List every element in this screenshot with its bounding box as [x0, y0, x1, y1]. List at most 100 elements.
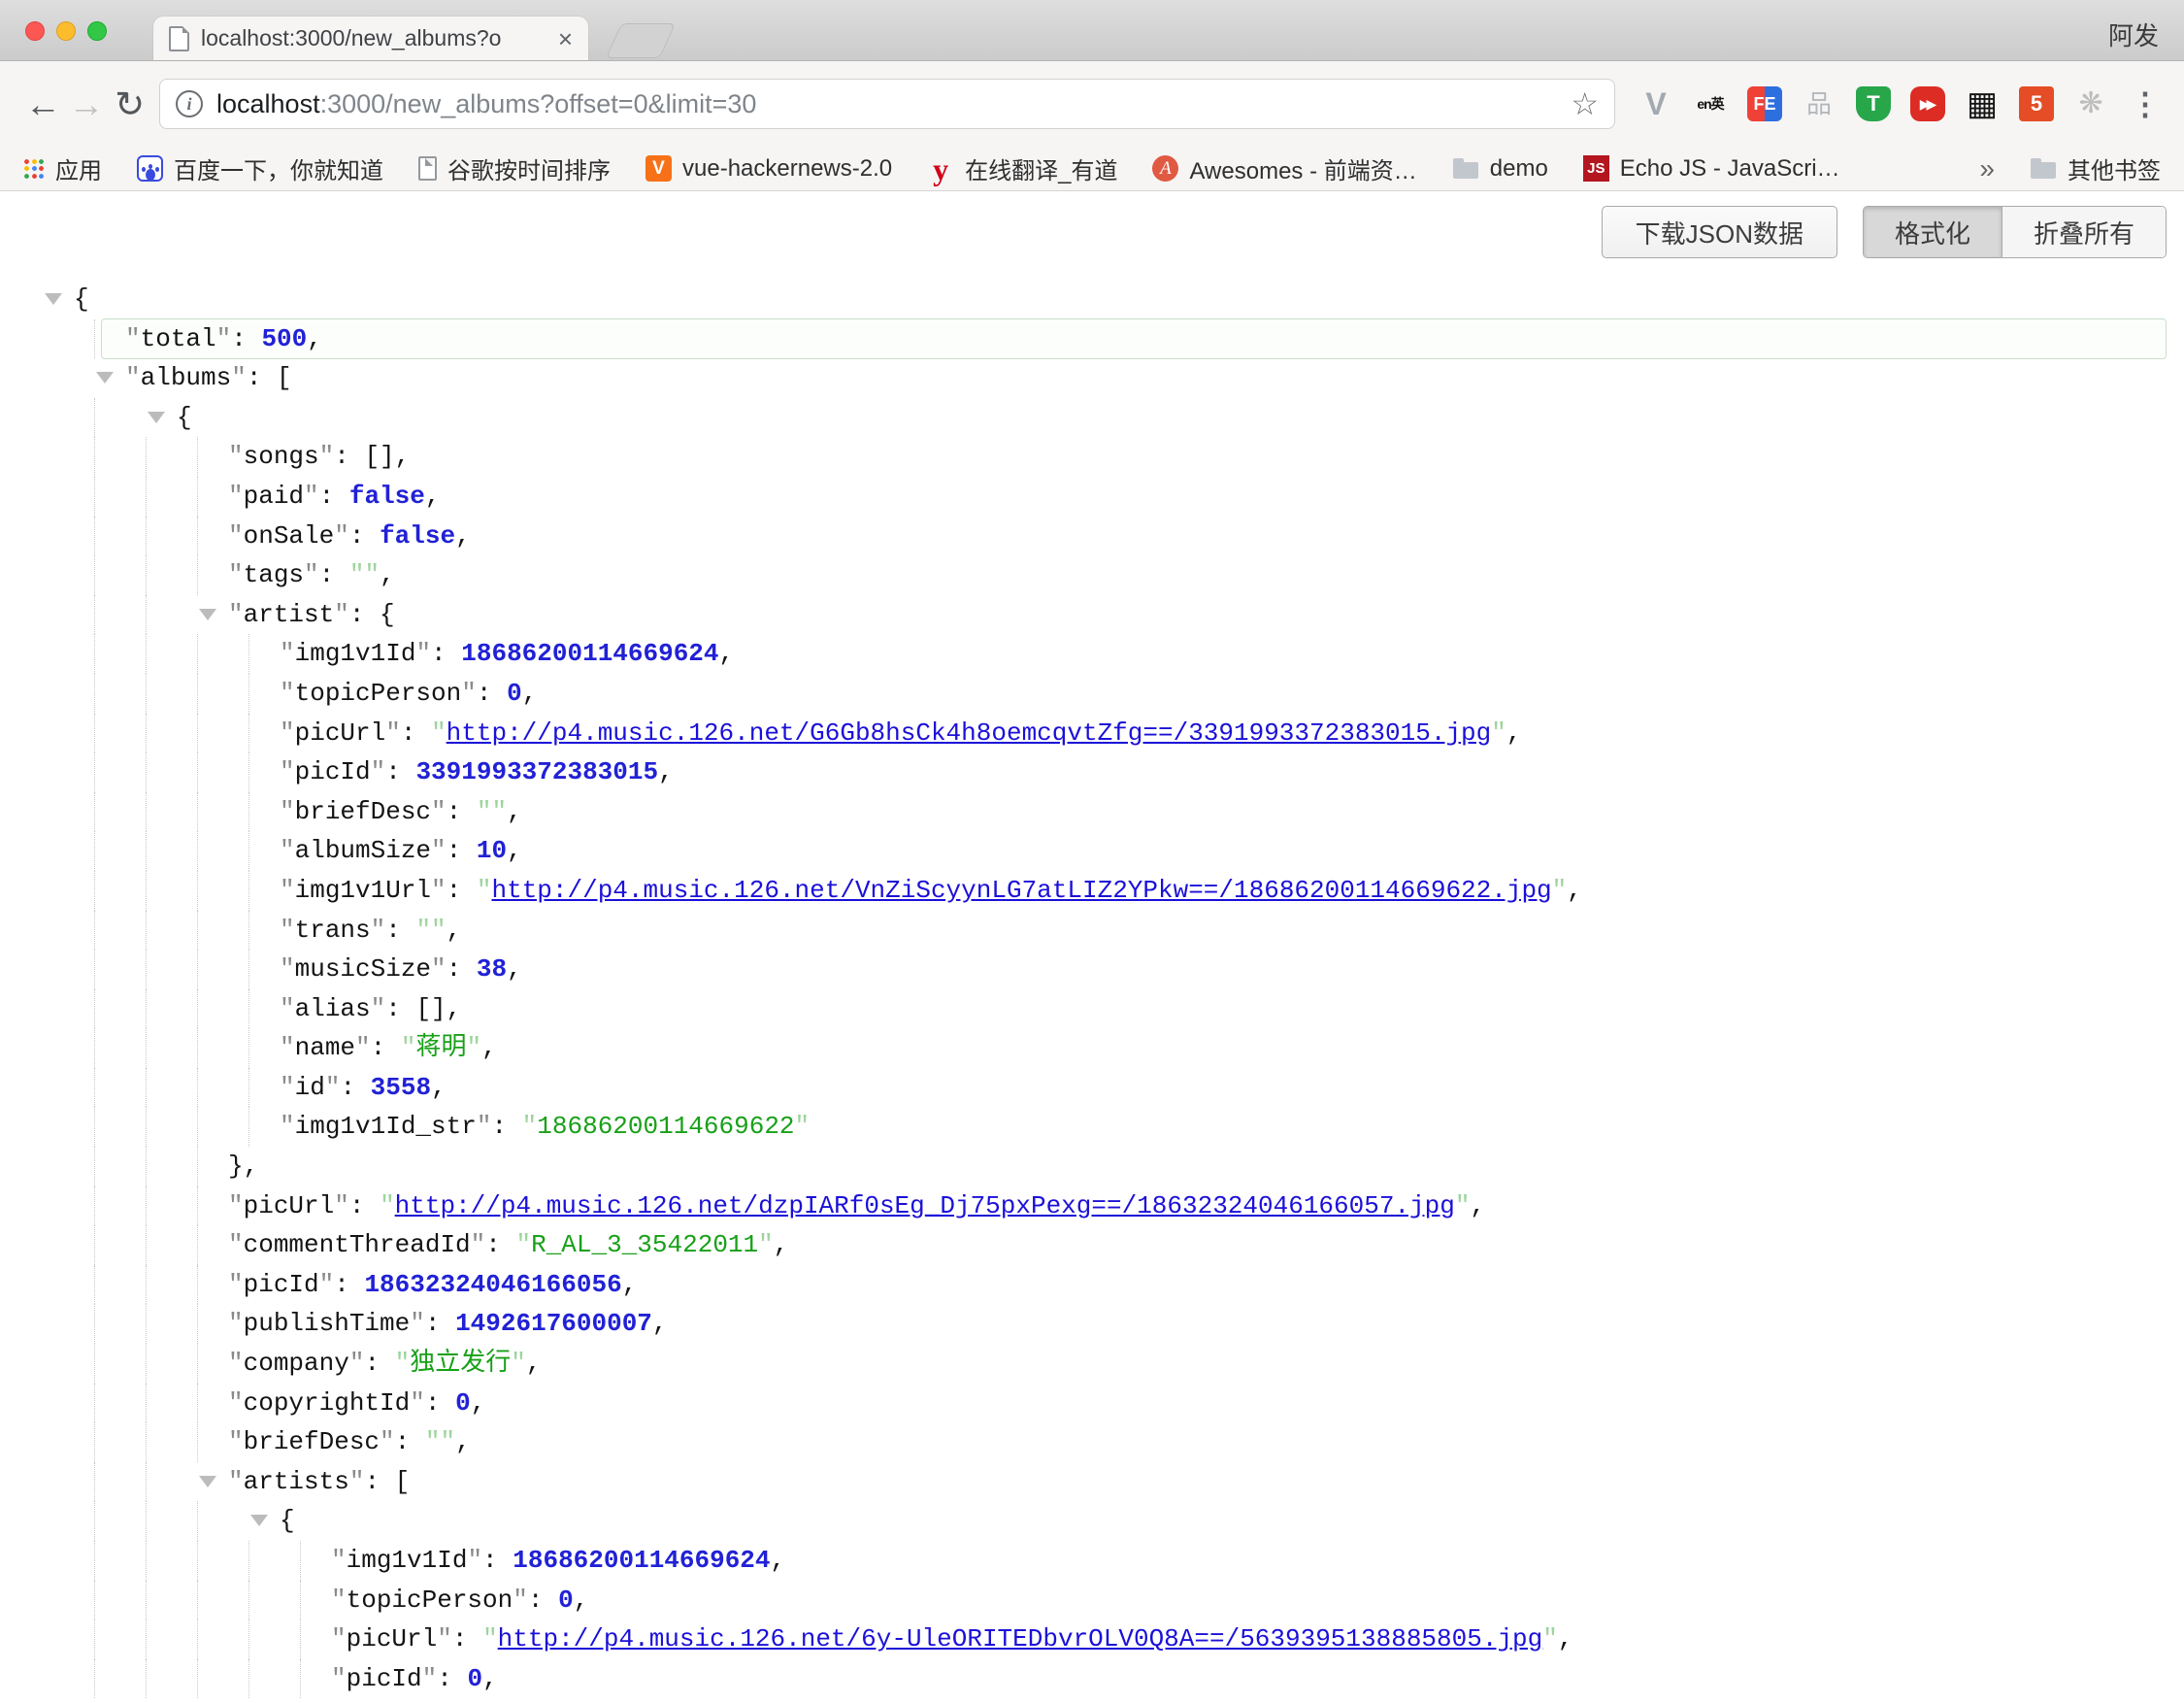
- collapse-all-button[interactable]: 折叠所有: [2002, 207, 2166, 257]
- collapse-arrow-icon[interactable]: [96, 372, 114, 384]
- bookmarks-overflow-chevron[interactable]: »: [1979, 153, 1995, 184]
- json-token: ,: [431, 1073, 447, 1102]
- indent-guide: [248, 1620, 249, 1659]
- json-token: ": [319, 442, 335, 471]
- bookmark-favicon-icon: JS: [1583, 155, 1609, 182]
- collapse-arrow-icon[interactable]: [199, 609, 216, 620]
- json-token: ,: [771, 1546, 786, 1575]
- tab-close-icon[interactable]: ×: [558, 26, 573, 51]
- profile-name[interactable]: 阿发: [2108, 17, 2159, 52]
- indent-guide: [248, 1068, 249, 1108]
- site-info-icon[interactable]: i: [176, 90, 203, 117]
- indent-guide: [94, 555, 95, 595]
- extension-icon[interactable]: FE: [1747, 86, 1782, 121]
- back-button[interactable]: ←: [21, 86, 65, 122]
- indent-guide: [94, 1107, 95, 1147]
- json-token: ": [331, 1624, 347, 1653]
- indent-guide: [146, 1462, 147, 1502]
- json-line: "img1v1Id": 18686200114669624,: [0, 1541, 2184, 1581]
- indent-guide: [94, 437, 95, 477]
- url-rest: :3000/new_albums?offset=0&limit=30: [320, 89, 757, 118]
- collapse-arrow-icon[interactable]: [45, 293, 62, 305]
- bookmark-item[interactable]: y 在线翻译_有道: [927, 151, 1117, 185]
- bookmark-favicon-icon: [418, 156, 437, 181]
- indent-guide: [146, 1225, 147, 1265]
- json-token: albums: [141, 363, 232, 392]
- bookmark-item[interactable]: 百度一下，你就知道: [137, 151, 383, 185]
- json-token: ": [1542, 1624, 1558, 1653]
- json-token: picUrl: [295, 718, 386, 748]
- extension-icon[interactable]: ▶▶: [1910, 86, 1945, 121]
- json-token: :: [371, 1033, 401, 1062]
- indent-guide: [94, 752, 95, 792]
- bookmark-item[interactable]: 谷歌按时间排序: [418, 151, 611, 185]
- extension-icon[interactable]: T: [1856, 86, 1891, 121]
- extension-icon[interactable]: ▦: [1965, 86, 2000, 121]
- json-token: 18686200114669624: [461, 639, 718, 668]
- indent-guide: [94, 1225, 95, 1265]
- json-token: :: [431, 639, 461, 668]
- indent-guide: [197, 1068, 198, 1108]
- bookmark-item[interactable]: V vue-hackernews-2.0: [645, 155, 892, 183]
- json-token: ": [304, 482, 319, 511]
- indent-guide: [94, 1344, 95, 1384]
- json-token: ": [228, 560, 244, 589]
- indent-guide: [146, 831, 147, 871]
- collapse-arrow-icon[interactable]: [250, 1515, 268, 1526]
- json-token: ": [331, 1546, 347, 1575]
- json-token: id: [295, 1073, 325, 1102]
- extension-icon[interactable]: ❋: [2073, 86, 2108, 121]
- json-token: artists: [244, 1467, 349, 1496]
- json-line: "picUrl": "http://p4.music.126.net/dzpIA…: [0, 1186, 2184, 1226]
- format-button[interactable]: 格式化: [1864, 207, 2002, 257]
- indent-guide: [248, 950, 249, 989]
- json-link[interactable]: http://p4.music.126.net/VnZiScyynLG7atLI…: [491, 876, 1551, 905]
- json-token: ": [1455, 1191, 1471, 1220]
- bookmark-item[interactable]: demo: [1452, 155, 1548, 183]
- indent-guide: [197, 871, 198, 911]
- download-json-button[interactable]: 下载JSON数据: [1602, 206, 1837, 258]
- json-link[interactable]: http://p4.music.126.net/G6Gb8hsCk4h8oemc…: [447, 718, 1492, 748]
- url-text[interactable]: localhost:3000/new_albums?offset=0&limit…: [216, 89, 1559, 119]
- json-token: 18686200114669622: [537, 1112, 794, 1141]
- json-token: topicPerson: [295, 679, 462, 708]
- extension-icon[interactable]: 品: [1802, 86, 1837, 121]
- indent-guide: [94, 1620, 95, 1659]
- extension-icon[interactable]: V: [1638, 86, 1673, 121]
- browser-tab[interactable]: localhost:3000/new_albums?o ×: [153, 17, 588, 60]
- indent-guide: [94, 1384, 95, 1423]
- zoom-window-button[interactable]: [87, 21, 107, 41]
- json-token: 38: [477, 954, 507, 984]
- json-token: ": [280, 1112, 295, 1141]
- forward-button[interactable]: →: [65, 86, 109, 122]
- json-token: company: [244, 1349, 349, 1378]
- extension-icon[interactable]: ⋮: [2128, 86, 2163, 121]
- address-bar[interactable]: i localhost:3000/new_albums?offset=0&lim…: [159, 79, 1615, 129]
- bookmark-item[interactable]: 应用: [23, 151, 102, 185]
- bookmark-item[interactable]: A Awesomes - 前端资…: [1152, 151, 1416, 185]
- json-token: briefDesc: [244, 1427, 380, 1456]
- minimize-window-button[interactable]: [56, 21, 76, 41]
- json-token: picUrl: [244, 1191, 335, 1220]
- reload-button[interactable]: ↻: [108, 86, 151, 122]
- json-token: 18632324046166056: [364, 1270, 621, 1299]
- json-link[interactable]: http://p4.music.126.net/dzpIARf0sEg_Dj75…: [395, 1191, 1455, 1220]
- collapse-arrow-icon[interactable]: [148, 412, 165, 423]
- indent-guide: [94, 1028, 95, 1068]
- other-bookmarks[interactable]: 其他书签: [2030, 151, 2161, 185]
- json-link[interactable]: http://p4.music.126.net/6y-UleORITEDbvrO…: [498, 1624, 1543, 1653]
- extension-icon[interactable]: en英: [1693, 86, 1728, 121]
- json-token: ": [477, 876, 492, 905]
- collapse-arrow-icon[interactable]: [199, 1476, 216, 1487]
- json-token: :: [447, 797, 477, 826]
- bookmark-item[interactable]: JS Echo JS - JavaScri…: [1583, 155, 1840, 183]
- json-token: ": [461, 679, 477, 708]
- json-token: ": [758, 1230, 774, 1259]
- indent-guide: [94, 1462, 95, 1502]
- json-line: "onSale": false,: [0, 517, 2184, 556]
- new-tab-button[interactable]: [606, 23, 676, 58]
- close-window-button[interactable]: [25, 21, 45, 41]
- indent-guide: [94, 1659, 95, 1699]
- bookmark-star-icon[interactable]: ☆: [1571, 88, 1599, 119]
- extension-icon[interactable]: 5: [2019, 86, 2054, 121]
